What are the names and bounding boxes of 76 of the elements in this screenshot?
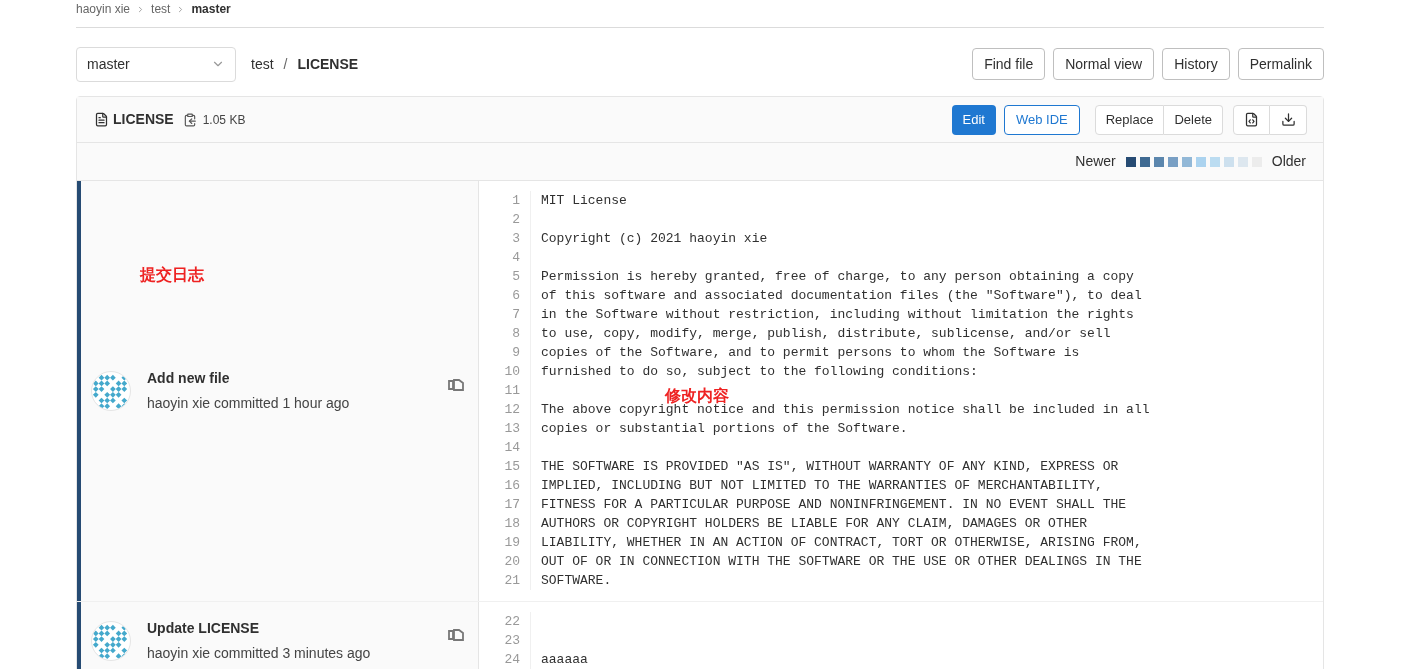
line-number: 5 [511,268,520,286]
raw-file-button[interactable] [1233,104,1270,135]
line-number: 24 [503,651,520,669]
file-name: LICENSE [113,110,174,129]
commit-meta: haoyin xie committed 1 hour ago [147,394,350,413]
file-path-name: LICENSE [297,54,359,74]
toolbar-button[interactable]: History [1162,48,1230,80]
code-line: Permission is hereby granted, free of charge, to any person obtaining a copy [541,269,1134,284]
code-line: OUT OF OR IN CONNECTION WITH THE SOFTWARE OR THE USE OR OTHER DEALINGS IN THE [541,554,1142,569]
breadcrumb-link[interactable]: master [191,0,231,18]
line-number: 17 [503,496,520,514]
line-number: 21 [503,572,520,590]
branch-dropdown[interactable]: master [76,46,236,82]
raw-file-icon [1244,112,1259,127]
code-line: AUTHORS OR COPYRIGHT HOLDERS BE LIABLE FOR ANY CLAIM, DAMAGES OR OTHER [541,516,1088,531]
code-line: Copyright (c) 2021 haoyin xie [541,231,768,246]
path-link[interactable]: test [251,53,274,75]
file-size: 1.05 KB [202,111,246,129]
line-number: 14 [503,439,520,457]
toolbar-button[interactable]: Permalink [1237,48,1324,80]
avatar [91,621,131,661]
commit-meta: haoyin xie committed 3 minutes ago [147,644,371,663]
legend-newer-label: Newer [1075,152,1116,171]
code-line: copies or substantial portions of the Software. [541,421,908,436]
line-number: 9 [511,344,520,362]
line-number: 23 [503,632,520,650]
file-action-button[interactable]: Replace [1094,104,1165,135]
line-number: 2 [511,211,520,229]
line-number: 12 [503,401,520,419]
breadcrumb-link[interactable]: test [151,0,171,18]
line-number: 4 [511,249,520,267]
code-line: to use, copy, modify, merge, publish, distribute, sublicense, and/or sell [541,326,1111,341]
code-line: in the Software without restriction, including without limitation the rights [541,307,1134,322]
annotation-text: 修改内容 [665,386,729,404]
code-line: aaaaaa [541,652,588,667]
download-icon [1280,112,1296,127]
line-number: 3 [511,230,520,248]
legend-older-label: Older [1271,152,1306,171]
code-line: furnished to do so, subject to the following conditions: [541,364,978,379]
line-number: 11 [503,382,520,400]
path-separator: / [283,54,288,74]
copy-icon[interactable] [182,112,197,127]
code-line: SOFTWARE. [541,573,612,588]
edit-button[interactable]: Edit [951,104,996,135]
view-blame-icon[interactable] [448,379,464,391]
code-line: THE SOFTWARE IS PROVIDED "AS IS", WITHOUT WARRANTY OF ANY KIND, EXPRESS OR [541,459,1119,474]
line-number: 10 [503,363,520,381]
download-button[interactable] [1270,104,1307,135]
toolbar-button[interactable]: Find file [972,48,1046,80]
web-ide-button[interactable]: Web IDE [1003,104,1080,135]
annotation-text: 提交日志 [140,265,204,285]
commit-title[interactable]: Add new file [147,368,350,389]
line-number: 8 [511,325,520,343]
line-number: 6 [511,287,520,305]
line-number: 18 [503,515,520,533]
view-blame-icon[interactable] [448,629,464,641]
code-line: of this software and associated documentation files (the "Software"), to deal [541,288,1142,303]
code-line: FITNESS FOR A PARTICULAR PURPOSE AND NONINFRINGEMENT. IN NO EVENT SHALL THE [541,497,1127,512]
line-number: 16 [503,477,520,495]
code-line: IMPLIED, INCLUDING BUT NOT LIMITED TO THE WARRANTIES OF MERCHANTABILITY, [541,478,1103,493]
breadcrumb-link[interactable]: haoyin xie [76,0,131,18]
code-line: MIT License [541,193,627,208]
toolbar-button[interactable]: Normal view [1053,48,1155,80]
line-number: 20 [503,553,520,571]
line-number: 15 [503,458,520,476]
code-line: copies of the Software, and to permit persons to whom the Software is [541,345,1080,360]
file-action-button[interactable]: Delete [1164,104,1223,135]
commit-title[interactable]: Update LICENSE [147,618,371,639]
line-number: 13 [503,420,520,438]
file-icon [94,112,109,127]
line-number: 7 [511,306,520,324]
avatar [91,371,131,411]
line-number: 19 [503,534,520,552]
code-line: LIABILITY, WHETHER IN AN ACTION OF CONTRACT, TORT OR OTHERWISE, ARISING FROM, [541,535,1142,550]
line-number: 1 [511,192,520,210]
line-number: 22 [503,613,520,631]
